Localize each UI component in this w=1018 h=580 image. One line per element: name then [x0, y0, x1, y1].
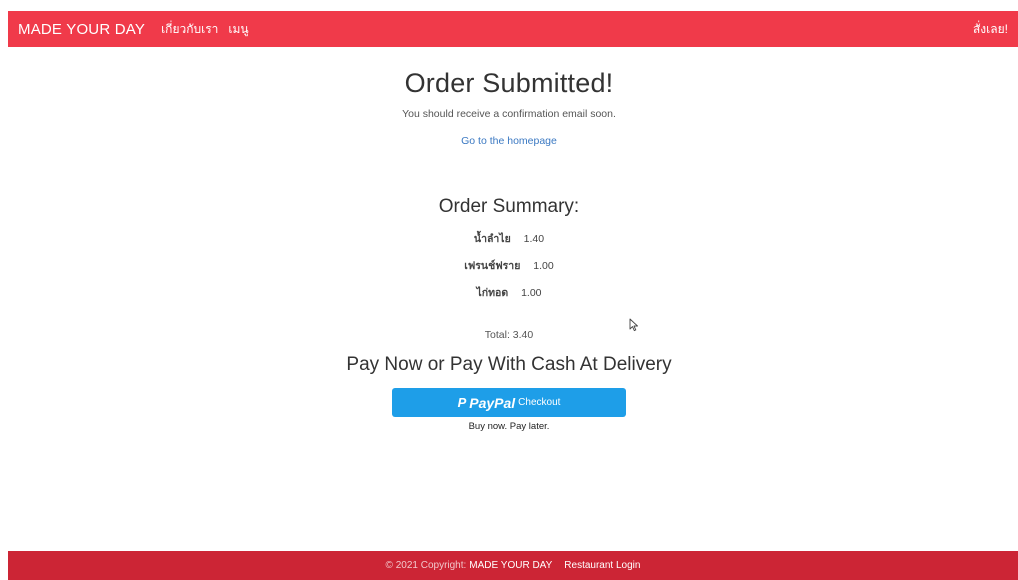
- paypal-checkout-label: Checkout: [518, 397, 561, 408]
- order-total: Total: 3.40: [484, 329, 534, 341]
- item-name: น้ำลำไย: [473, 233, 511, 245]
- item-name: เฟรนช์ฟราย: [464, 260, 521, 272]
- page: MADE YOUR DAY เกี่ยวกับเรา เมนู สั่งเลย!…: [0, 0, 1018, 580]
- list-item: น้ำลำไย 1.40: [0, 226, 1018, 253]
- order-items-list: น้ำลำไย 1.40 เฟรนช์ฟราย 1.00 ไก่ทอด 1.00: [0, 226, 1018, 307]
- footer-brand[interactable]: MADE YOUR DAY: [469, 560, 552, 571]
- footer: © 2021 Copyright: MADE YOUR DAY Restaura…: [8, 551, 1018, 580]
- restaurant-login-link[interactable]: Restaurant Login: [564, 560, 640, 571]
- paypal-tagline: Buy now. Pay later.: [468, 421, 550, 432]
- homepage-link[interactable]: Go to the homepage: [461, 135, 557, 147]
- item-price: 1.00: [521, 287, 542, 299]
- footer-copyright: © 2021 Copyright:: [385, 560, 467, 571]
- main-content: Order Submitted! You should receive a co…: [0, 47, 1018, 432]
- order-now-link[interactable]: สั่งเลย!: [973, 20, 1008, 39]
- nav-link-about[interactable]: เกี่ยวกับเรา: [161, 20, 218, 39]
- navbar: MADE YOUR DAY เกี่ยวกับเรา เมนู สั่งเลย!: [8, 11, 1018, 47]
- brand-link[interactable]: MADE YOUR DAY: [18, 21, 145, 38]
- paypal-brand-label: PayPal: [469, 394, 516, 411]
- paypal-checkout-button[interactable]: P PayPal Checkout: [392, 388, 626, 417]
- item-price: 1.00: [533, 260, 554, 272]
- list-item: เฟรนช์ฟราย 1.00: [0, 253, 1018, 280]
- item-name: ไก่ทอด: [476, 287, 509, 299]
- order-summary-title: Order Summary:: [438, 196, 580, 217]
- confirmation-message: You should receive a confirmation email …: [402, 108, 616, 120]
- nav-link-menu[interactable]: เมนู: [228, 20, 248, 39]
- paypal-logo-icon: P: [457, 395, 467, 410]
- mouse-cursor-icon: [629, 318, 638, 332]
- payment-heading: Pay Now or Pay With Cash At Delivery: [346, 354, 672, 375]
- item-price: 1.40: [523, 233, 545, 245]
- list-item: ไก่ทอด 1.00: [0, 280, 1018, 307]
- page-title: Order Submitted!: [404, 68, 614, 98]
